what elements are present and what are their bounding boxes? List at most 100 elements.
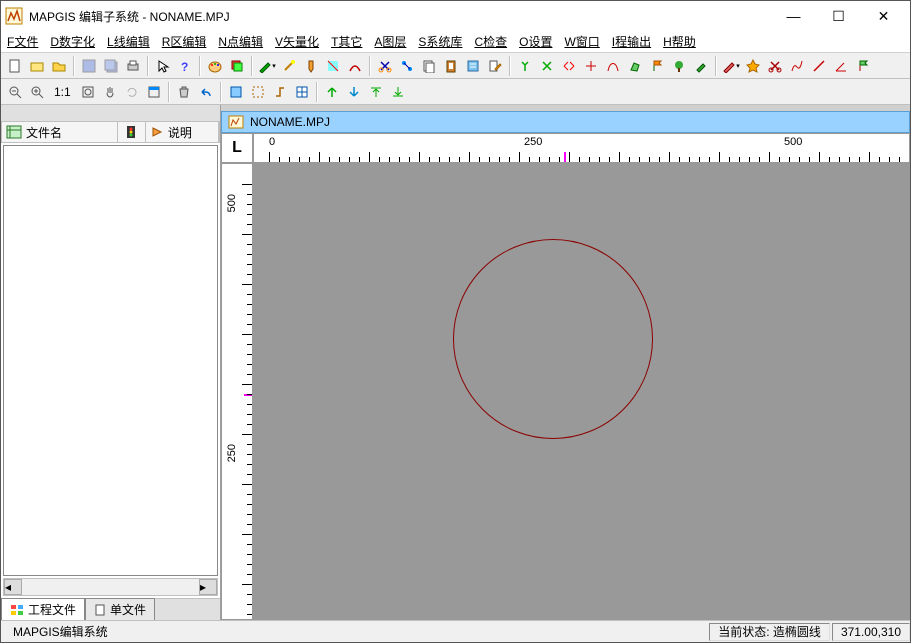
menu-syslib[interactable]: S系统库 [418, 33, 462, 50]
save-all-icon[interactable] [101, 56, 121, 76]
menu-vectorize[interactable]: V矢量化 [275, 33, 319, 50]
wand-icon[interactable] [279, 56, 299, 76]
grid-blue-icon[interactable] [226, 82, 246, 102]
pen-red-icon[interactable]: ▾ [721, 56, 741, 76]
clip-icon[interactable] [248, 82, 268, 102]
zoom-ratio[interactable]: 1:1 [49, 82, 76, 102]
desc-header: 说明 [168, 124, 192, 141]
scissors-green-icon[interactable] [537, 56, 557, 76]
copy-icon[interactable] [419, 56, 439, 76]
scroll-right-btn[interactable]: ▸ [199, 579, 217, 595]
print-icon[interactable] [123, 56, 143, 76]
curve-red-icon[interactable] [603, 56, 623, 76]
zoom-in-icon[interactable] [27, 82, 47, 102]
paste-icon[interactable] [441, 56, 461, 76]
path-red-icon[interactable] [787, 56, 807, 76]
status-state-label: 当前状态: [718, 623, 769, 640]
new-icon[interactable] [5, 56, 25, 76]
content: 文件名 说明 ◂ ▸ 工程文件 单文件 [1, 105, 910, 620]
marker-icon[interactable] [301, 56, 321, 76]
open-icon[interactable] [49, 56, 69, 76]
arrow-down-icon[interactable] [344, 82, 364, 102]
join-icon[interactable] [270, 82, 290, 102]
arrows-red-icon[interactable] [559, 56, 579, 76]
cursor-icon[interactable] [153, 56, 173, 76]
menu-other[interactable]: T其它 [331, 33, 362, 50]
undo-icon[interactable] [196, 82, 216, 102]
cross-red-icon[interactable] [581, 56, 601, 76]
ruler-horizontal[interactable]: 0250500 [253, 133, 910, 163]
zoom-out-icon[interactable] [5, 82, 25, 102]
flag2-icon[interactable] [853, 56, 873, 76]
angle-icon[interactable] [831, 56, 851, 76]
file-list-header: 文件名 说明 [1, 121, 220, 143]
table-blue-icon[interactable] [292, 82, 312, 102]
left-hscroll[interactable]: ◂ ▸ [3, 578, 218, 596]
new-folder-icon[interactable] [27, 56, 47, 76]
trash-icon[interactable] [174, 82, 194, 102]
save-icon[interactable] [79, 56, 99, 76]
drawing-canvas[interactable] [253, 163, 910, 620]
star-icon[interactable] [743, 56, 763, 76]
close-button[interactable]: ✕ [861, 2, 906, 30]
menu-line-edit[interactable]: L线编辑 [107, 33, 150, 50]
svg-text:?: ? [181, 60, 188, 73]
pan-icon[interactable] [100, 82, 120, 102]
properties-icon[interactable] [463, 56, 483, 76]
color-fill-icon[interactable] [323, 56, 343, 76]
document-header[interactable]: NONAME.MPJ [221, 111, 910, 133]
cut-icon[interactable] [375, 56, 395, 76]
ruler-corner[interactable]: L [221, 133, 253, 163]
doc-icon [228, 115, 244, 129]
window-icon[interactable] [144, 82, 164, 102]
arrow-top-icon[interactable] [366, 82, 386, 102]
maximize-button[interactable]: ☐ [816, 2, 861, 30]
traffic-light-icon[interactable] [126, 125, 136, 139]
refresh-icon[interactable] [122, 82, 142, 102]
minimize-button[interactable]: — [771, 2, 816, 30]
menu-point-edit[interactable]: N点编辑 [218, 33, 263, 50]
menu-layer[interactable]: A图层 [374, 33, 406, 50]
select-plant-icon[interactable] [515, 56, 535, 76]
arrow-up-icon[interactable] [322, 82, 342, 102]
window-controls: — ☐ ✕ [771, 2, 906, 30]
flag-icon[interactable] [647, 56, 667, 76]
status-app-name: MAPGIS编辑系统 [1, 623, 707, 640]
tree-green-icon[interactable] [669, 56, 689, 76]
menu-file[interactable]: F文件 [7, 33, 38, 50]
menu-help[interactable]: H帮助 [663, 33, 696, 50]
arrow-bottom-icon[interactable] [388, 82, 408, 102]
status-state: 当前状态: 造椭圆线 [709, 623, 830, 641]
curve-icon[interactable] [345, 56, 365, 76]
help-icon[interactable]: ? [175, 56, 195, 76]
left-panel: 文件名 说明 ◂ ▸ 工程文件 单文件 [1, 105, 221, 620]
panel-spacer [1, 105, 220, 121]
zoom-extents-icon[interactable] [78, 82, 98, 102]
line-red-icon[interactable] [809, 56, 829, 76]
brush-green-icon[interactable] [691, 56, 711, 76]
app-icon [5, 7, 23, 25]
tab-single-file[interactable]: 单文件 [85, 598, 155, 620]
stack-icon[interactable] [227, 56, 247, 76]
scroll-left-btn[interactable]: ◂ [4, 579, 22, 595]
menu-region-edit[interactable]: R区编辑 [162, 33, 207, 50]
status-coords: 371.00,310 [832, 623, 910, 641]
menu-output[interactable]: I程输出 [612, 33, 651, 50]
toolbar-1: ? ▾ ▾ [1, 53, 910, 79]
ruler-vertical[interactable]: 500250 [221, 163, 253, 620]
node-icon[interactable] [397, 56, 417, 76]
filename-header: 文件名 [26, 124, 62, 141]
window-title: MAPGIS 编辑子系统 - NONAME.MPJ [29, 8, 771, 25]
menu-digitize[interactable]: D数字化 [50, 33, 95, 50]
palette-icon[interactable] [205, 56, 225, 76]
poly-green-icon[interactable] [625, 56, 645, 76]
menu-check[interactable]: C检查 [474, 33, 507, 50]
pen-green-icon[interactable]: ▾ [257, 56, 277, 76]
cut2-icon[interactable] [765, 56, 785, 76]
edit-attrib-icon[interactable] [485, 56, 505, 76]
menu-window[interactable]: W窗口 [564, 33, 599, 50]
ellipse-shape[interactable] [453, 239, 653, 439]
menu-settings[interactable]: O设置 [519, 33, 552, 50]
tab-project-file[interactable]: 工程文件 [1, 598, 85, 620]
file-list[interactable] [3, 145, 218, 576]
